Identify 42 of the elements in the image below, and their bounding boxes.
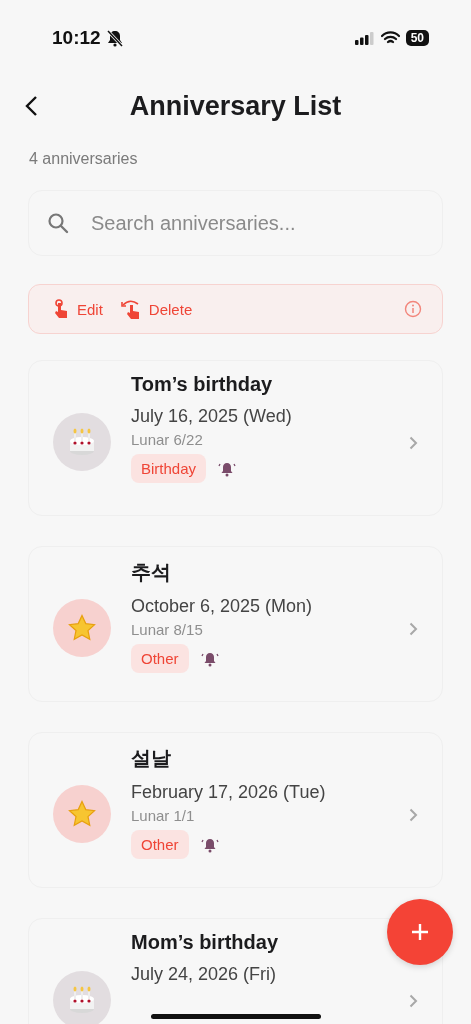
cake-icon	[67, 985, 97, 1015]
status-time: 10:12	[52, 27, 101, 49]
chevron-right-icon	[409, 808, 418, 822]
hint-label: Delete	[148, 300, 193, 318]
category-tag: Other	[131, 830, 189, 859]
star-icon	[67, 799, 97, 829]
anniversary-card[interactable]: 추석 October 6, 2025 (Mon) Lunar 8/15 Other	[28, 546, 443, 702]
star-icon	[67, 613, 97, 643]
signal-icon	[354, 31, 375, 45]
anniversary-card[interactable]: 설날 February 17, 2026 (Tue) Lunar 1/1 Other	[28, 732, 443, 888]
anniversary-date: October 6, 2025 (Mon)	[131, 596, 314, 617]
anniversary-title: 추석	[131, 560, 172, 585]
wifi-icon	[380, 31, 400, 45]
battery-indicator: 50	[405, 30, 429, 46]
chevron-right-icon	[409, 436, 418, 450]
cake-icon	[67, 427, 97, 457]
page-title: Anniversary List	[129, 90, 342, 122]
plus-icon	[410, 922, 430, 942]
search-input[interactable]: Search anniversaries...	[89, 210, 424, 236]
back-chevron-icon	[24, 95, 38, 117]
info-icon[interactable]	[404, 300, 422, 318]
anniversary-count: 4 anniversaries	[28, 149, 139, 168]
category-tag: Birthday	[131, 454, 207, 483]
anniversary-title: Mom’s birthday	[131, 931, 280, 954]
anniversary-card[interactable]: Tom’s birthday July 16, 2025 (Wed) Lunar 6/22 Birthday	[28, 360, 443, 516]
add-button[interactable]	[387, 899, 453, 965]
anniversary-date: July 16, 2025 (Wed)	[131, 406, 293, 427]
lunar-date: Lunar 1/1	[131, 807, 196, 824]
hint-label: Edit	[77, 300, 103, 318]
swipe-gesture-icon	[120, 299, 141, 319]
anniversary-date: July 24, 2026 (Fri)	[131, 964, 278, 985]
anniversary-title: Tom’s birthday	[131, 373, 274, 396]
search-icon	[47, 212, 69, 234]
category-tag: Other	[131, 644, 189, 673]
chevron-right-icon	[409, 622, 418, 636]
search-field[interactable]: Search anniversaries...	[28, 190, 443, 256]
lunar-date: Lunar 6/22	[131, 431, 204, 448]
chevron-right-icon	[409, 994, 418, 1008]
lunar-date: Lunar 8/15	[131, 621, 204, 638]
tap-gesture-icon	[53, 299, 69, 319]
anniversary-date: February 17, 2026 (Tue)	[131, 782, 327, 803]
anniversary-title: 설날	[131, 746, 172, 771]
